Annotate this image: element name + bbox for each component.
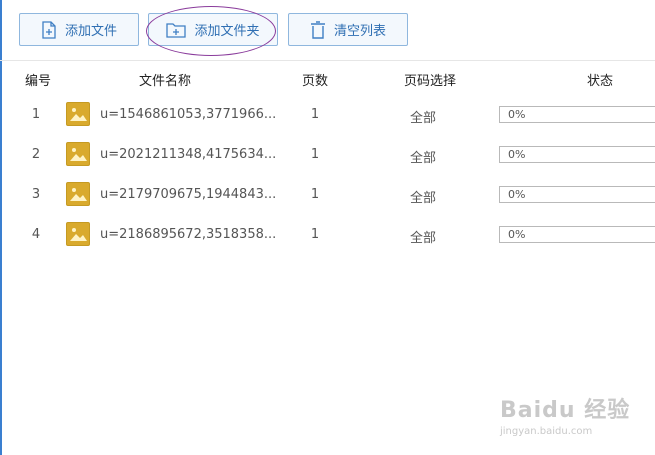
row-index: 4: [31, 227, 41, 242]
image-file-icon: [66, 102, 90, 126]
progress-text: 0%: [508, 228, 526, 241]
column-header-page-select: 页码选择: [403, 74, 456, 89]
table-row[interactable]: 2 u=2021211348,4175634... 1 全部 0%: [0, 135, 655, 175]
column-header-pages: 页数: [301, 74, 328, 89]
row-index: 2: [31, 147, 41, 162]
add-folder-button[interactable]: 添加文件夹: [148, 13, 278, 46]
page-count: 1: [310, 107, 320, 122]
file-name: u=2179709675,1944843...: [100, 187, 277, 202]
add-folder-icon: [166, 22, 187, 38]
page-select[interactable]: 全部: [400, 187, 446, 206]
page-select[interactable]: 全部: [400, 107, 446, 126]
column-header-filename: 文件名称: [138, 74, 191, 89]
page-select[interactable]: 全部: [400, 227, 446, 246]
table-row[interactable]: 4 u=2186895672,3518358... 1 全部 0%: [0, 215, 655, 255]
clear-list-button[interactable]: 清空列表: [288, 13, 408, 46]
progress-text: 0%: [508, 148, 526, 161]
page-count: 1: [310, 227, 320, 242]
progress-text: 0%: [508, 188, 526, 201]
watermark-url: jingyan.baidu.com: [500, 426, 593, 437]
page-select[interactable]: 全部: [400, 147, 446, 166]
trash-icon: [310, 20, 326, 39]
progress-bar: 0%: [499, 106, 655, 123]
column-header-index: 编号: [24, 74, 51, 89]
column-header-status: 状态: [586, 74, 613, 89]
header-divider: [0, 60, 655, 61]
add-file-button[interactable]: 添加文件: [19, 13, 139, 46]
progress-text: 0%: [508, 108, 526, 121]
clear-list-label: 清空列表: [333, 24, 386, 39]
image-file-icon: [66, 222, 90, 246]
watermark-logo: Baidu 经验: [500, 398, 631, 423]
file-name: u=2186895672,3518358...: [100, 227, 277, 242]
table-row[interactable]: 1 u=1546861053,3771966... 1 全部 0%: [0, 95, 655, 135]
table-row[interactable]: 3 u=2179709675,1944843... 1 全部 0%: [0, 175, 655, 215]
file-name: u=2021211348,4175634...: [100, 147, 277, 162]
page-count: 1: [310, 187, 320, 202]
toolbar: 添加文件 添加文件夹 清空列表: [0, 0, 655, 60]
add-file-icon: [41, 20, 57, 39]
baidu-watermark: Baidu 经验 jingyan.baidu.com: [500, 392, 630, 437]
progress-bar: 0%: [499, 226, 655, 243]
progress-bar: 0%: [499, 186, 655, 203]
image-file-icon: [66, 142, 90, 166]
add-folder-label: 添加文件夹: [194, 24, 260, 39]
file-name: u=1546861053,3771966...: [100, 107, 277, 122]
image-file-icon: [66, 182, 90, 206]
add-file-label: 添加文件: [64, 24, 117, 39]
row-index: 3: [31, 187, 41, 202]
page-count: 1: [310, 147, 320, 162]
progress-bar: 0%: [499, 146, 655, 163]
row-index: 1: [31, 107, 41, 122]
